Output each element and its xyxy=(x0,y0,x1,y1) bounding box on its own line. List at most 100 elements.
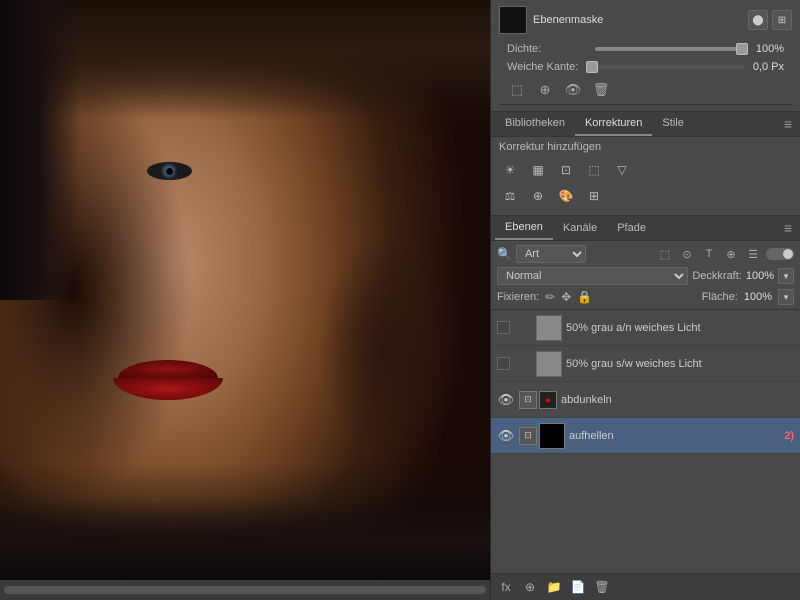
mask-title: Ebenenmaske xyxy=(533,14,742,26)
mask-icon-grid[interactable]: ⊞ xyxy=(772,10,792,30)
korrektur-icons-row2: ⚖ ⊕ 🎨 ⊞ xyxy=(499,185,792,207)
layer-type-icons: ⊡ xyxy=(519,423,565,449)
weiche-kante-slider[interactable] xyxy=(595,65,745,69)
bottom-icon-delete[interactable]: 🗑 xyxy=(593,578,611,596)
layer-adjustment-icon: ⊡ xyxy=(519,427,537,445)
layer-name: 50% grau a/n weiches Licht xyxy=(566,322,794,334)
mask-tool-paint[interactable]: ⊕ xyxy=(535,80,555,100)
korrektur-section: Korrektur hinzufügen ☀ ▦ ⊡ ⬚ ▽ ⚖ ⊕ 🎨 ⊞ xyxy=(491,137,800,216)
mask-toolbar: ⬚ ⊕ 👁 🗑 xyxy=(499,76,792,105)
korrektur-icon-channelmixer[interactable]: ⊞ xyxy=(583,185,605,207)
deckkraft-label: Deckkraft: xyxy=(692,270,742,282)
layer-item-selected[interactable]: 👁 ⊡ aufhellen 2) xyxy=(491,418,800,454)
flache-label: Fläche: xyxy=(702,291,738,303)
tab-kanaele[interactable]: Kanäle xyxy=(553,217,607,239)
korrektur-icon-gradient[interactable]: ▽ xyxy=(611,159,633,181)
layer-checkbox[interactable] xyxy=(497,357,510,370)
canvas-scrollbar[interactable] xyxy=(0,580,490,600)
layer-item[interactable]: 50% grau s/w weiches Licht xyxy=(491,346,800,382)
eye-area xyxy=(147,162,207,187)
layer-adjustment-icon: ⊡ xyxy=(519,391,537,409)
filter-icon-menu[interactable]: ☰ xyxy=(744,245,762,263)
korrektur-icons-row1: ☀ ▦ ⊡ ⬚ ▽ xyxy=(499,159,792,181)
tab-korrekturen[interactable]: Korrekturen xyxy=(575,112,652,136)
layer-thumbnail xyxy=(536,315,562,341)
layer-item[interactable]: 50% grau a/n weiches Licht xyxy=(491,310,800,346)
korrektur-title: Korrektur hinzufügen xyxy=(499,141,792,153)
filter-icon-circle[interactable]: ⊙ xyxy=(678,245,696,263)
tab-ebenen[interactable]: Ebenen xyxy=(495,216,553,240)
korrektur-icon-exposure[interactable]: ⬚ xyxy=(583,159,605,181)
korrektur-icon-levels[interactable]: ▦ xyxy=(527,159,549,181)
tab-pfade[interactable]: Pfade xyxy=(607,217,656,239)
lower-lip xyxy=(113,378,223,400)
layer-name: 50% grau s/w weiches Licht xyxy=(566,358,794,370)
korrektur-icon-curves[interactable]: ⊡ xyxy=(555,159,577,181)
layer-name: abdunkeln xyxy=(561,394,794,406)
filter-toggle-knob xyxy=(783,249,793,259)
weiche-kante-row: Weiche Kante: 0,0 Px xyxy=(499,58,792,76)
weiche-kante-label: Weiche Kante: xyxy=(507,61,587,73)
layer-checkbox[interactable] xyxy=(497,321,510,334)
clothing xyxy=(0,500,490,580)
filter-icon-text[interactable]: T xyxy=(700,245,718,263)
flache-value: 100% xyxy=(744,291,772,303)
fixieren-row: Fixieren: ✏ ✥ 🔒 Fläche: 100% ▾ xyxy=(497,289,794,305)
dichte-label: Dichte: xyxy=(507,43,587,55)
layer-controls: 🔍 Art ⬚ ⊙ T ⊕ ☰ Normal Deckkraft: 100% ▾ xyxy=(491,241,800,310)
weiche-kante-value: 0,0 Px xyxy=(753,61,784,73)
fixieren-icon-move[interactable]: ✥ xyxy=(561,290,571,304)
mask-tool-eye[interactable]: 👁 xyxy=(563,80,583,100)
filter-icon-grid[interactable]: ⬚ xyxy=(656,245,674,263)
layer-thumbnail xyxy=(536,351,562,377)
bottom-icon-folder[interactable]: 📁 xyxy=(545,578,563,596)
korrektur-icon-hsl[interactable]: ⚖ xyxy=(499,185,521,207)
blend-mode-select[interactable]: Normal xyxy=(497,267,688,285)
layer-visibility-icon[interactable] xyxy=(514,319,532,337)
korrektur-icon-photo[interactable]: 🎨 xyxy=(555,185,577,207)
correction-tabs: Bibliotheken Korrekturen Stile ≡ xyxy=(491,112,800,137)
right-panel: Ebenenmaske ⬤ ⊞ Dichte: 100% Weiche Kant… xyxy=(490,0,800,600)
dichte-slider[interactable] xyxy=(595,47,748,51)
canvas-scrollbar-track[interactable] xyxy=(4,586,486,594)
layer-filter-row: 🔍 Art ⬚ ⊙ T ⊕ ☰ xyxy=(497,245,794,263)
tab-stile[interactable]: Stile xyxy=(652,112,693,136)
fixieren-icon-pencil[interactable]: ✏ xyxy=(545,290,555,304)
filter-toggle[interactable] xyxy=(766,248,794,260)
canvas-image xyxy=(0,0,490,580)
korrektur-icon-colorbalance[interactable]: ⊕ xyxy=(527,185,549,207)
layer-visibility-icon[interactable]: 👁 xyxy=(497,427,515,445)
korrektur-icon-sun[interactable]: ☀ xyxy=(499,159,521,181)
dichte-slider-fill xyxy=(595,47,748,51)
filter-icon-plus[interactable]: ⊕ xyxy=(722,245,740,263)
dichte-slider-thumb[interactable] xyxy=(736,43,748,55)
deckkraft-value: 100% xyxy=(746,270,774,282)
bottom-icon-circle[interactable]: ⊕ xyxy=(521,578,539,596)
mask-tool-delete[interactable]: 🗑 xyxy=(591,80,611,100)
layer-filter-select[interactable]: Art xyxy=(516,245,586,263)
deckkraft-btn[interactable]: ▾ xyxy=(778,268,794,284)
blend-row: Normal Deckkraft: 100% ▾ xyxy=(497,267,794,285)
fixieren-icon-lock[interactable]: 🔒 xyxy=(577,290,592,304)
mask-tool-select[interactable]: ⬚ xyxy=(507,80,527,100)
lips-area xyxy=(108,360,228,405)
ebenen-tabs-menu[interactable]: ≡ xyxy=(780,220,796,236)
layer-visibility-icon[interactable] xyxy=(514,355,532,373)
layer-visibility-icon[interactable]: 👁 xyxy=(497,391,515,409)
dichte-row: Dichte: 100% xyxy=(499,40,792,58)
flache-btn[interactable]: ▾ xyxy=(778,289,794,305)
layer-badge: 2) xyxy=(784,430,794,442)
correction-tabs-menu[interactable]: ≡ xyxy=(780,116,796,132)
layer-name: aufhellen xyxy=(569,430,780,442)
ebenen-tabs: Ebenen Kanäle Pfade ≡ xyxy=(491,216,800,241)
mask-icon-circle[interactable]: ⬤ xyxy=(748,10,768,30)
layer-item[interactable]: 👁 ⊡ ● abdunkeln xyxy=(491,382,800,418)
tab-bibliotheken[interactable]: Bibliotheken xyxy=(495,112,575,136)
upper-lip xyxy=(118,360,218,378)
bottom-icon-fx[interactable]: fx xyxy=(497,578,515,596)
bottom-icon-page[interactable]: 📄 xyxy=(569,578,587,596)
eye xyxy=(147,162,192,180)
bottom-panel: fx ⊕ 📁 📄 🗑 xyxy=(491,573,800,600)
layer-type-icons: ⊡ ● xyxy=(519,391,557,409)
weiche-kante-thumb[interactable] xyxy=(586,61,598,73)
